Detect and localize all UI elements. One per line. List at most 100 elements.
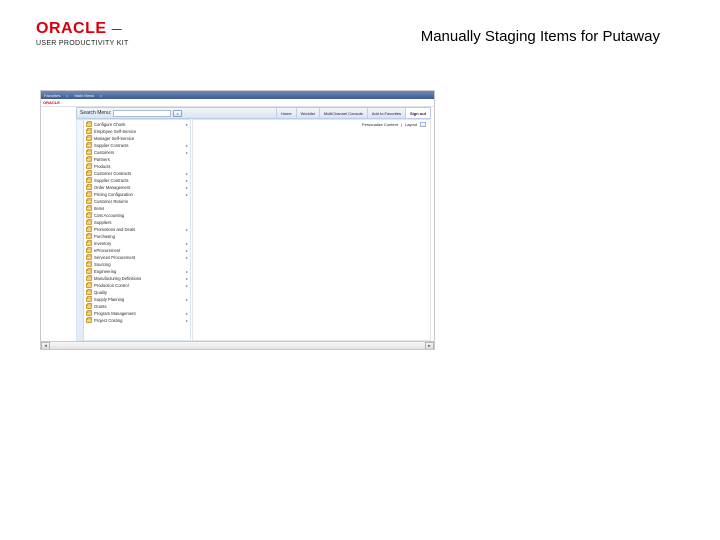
nav-item[interactable]: Items (85, 205, 190, 212)
chevron-right-icon: ▸ (186, 255, 188, 260)
chevron-right-icon: ▸ (186, 318, 188, 323)
folder-icon (86, 136, 92, 141)
nav-item-label: Cost Accounting (94, 213, 190, 218)
folder-icon (86, 171, 92, 176)
nav-item-label: Configure Chunk (94, 122, 184, 127)
folder-icon (86, 304, 92, 309)
nav-item-label: Order Management (94, 185, 184, 190)
horizontal-scrollbar[interactable]: ◂ ▸ (41, 341, 434, 349)
sub-header: ORACLE (41, 99, 434, 107)
folder-icon (86, 297, 92, 302)
tab-worklist[interactable]: Worklist (296, 108, 319, 118)
nav-item[interactable]: Program Management▸ (85, 310, 190, 317)
chevron-right-icon: ▸ (186, 122, 188, 127)
folder-icon (86, 213, 92, 218)
nav-item-label: Manufacturing Definitions (94, 276, 184, 281)
nav-item[interactable]: Order Management▸ (85, 184, 190, 191)
search-label: Search Menu: (80, 110, 111, 116)
nav-item[interactable]: Project Costing▸ (85, 317, 190, 324)
nav-item[interactable]: Products (85, 163, 190, 170)
nav-item[interactable]: Engineering▸ (85, 268, 190, 275)
folder-icon (86, 192, 92, 197)
page-title: Manually Staging Items for Putaway (421, 28, 660, 45)
chevron-right-icon: ▸ (66, 93, 68, 98)
breadcrumb-main-menu[interactable]: Main Menu (74, 93, 94, 98)
nav-item-label: Suppliers (94, 220, 190, 225)
folder-icon (86, 122, 92, 127)
nav-item[interactable]: Manager Self-Service (85, 135, 190, 142)
folder-icon (86, 269, 92, 274)
chevron-right-icon: ▸ (186, 185, 188, 190)
personalize-bar: Personalize Content | Layout (362, 122, 426, 127)
nav-item[interactable]: Pricing Configuration▸ (85, 191, 190, 198)
tab-add-favorites[interactable]: Add to Favorites (367, 108, 405, 118)
nav-item[interactable]: Sourcing (85, 261, 190, 268)
header-tabs: Home Worklist MultiChannel Console Add t… (276, 108, 430, 118)
nav-item-label: Engineering (94, 269, 184, 274)
chevron-right-icon: ▸ (186, 283, 188, 288)
nav-item[interactable]: Quality (85, 289, 190, 296)
nav-item[interactable]: Employee Self-Service (85, 128, 190, 135)
search-go-button[interactable]: ⌕ (173, 110, 182, 117)
nav-item[interactable]: Grants (85, 303, 190, 310)
nav-item-label: Employee Self-Service (94, 129, 190, 134)
folder-icon (86, 241, 92, 246)
nav-item-label: Items (94, 206, 190, 211)
chevron-right-icon: ▸ (186, 311, 188, 316)
nav-item-label: Program Management (94, 311, 184, 316)
personalize-content-link[interactable]: Personalize Content (362, 122, 398, 127)
search-go-icon: ⌕ (177, 111, 179, 116)
brand-block: ORACLE — USER PRODUCTIVITY KIT (36, 20, 129, 47)
folder-icon (86, 234, 92, 239)
nav-item[interactable]: Supply Planning▸ (85, 296, 190, 303)
nav-item-label: Services Procurement (94, 255, 184, 260)
nav-item[interactable]: Purchasing (85, 233, 190, 240)
brand-subtitle: USER PRODUCTIVITY KIT (36, 40, 129, 47)
nav-item-label: Supply Planning (94, 297, 184, 302)
tab-home[interactable]: Home (276, 108, 296, 118)
chevron-right-icon: ▸ (186, 227, 188, 232)
tab-sign-out[interactable]: Sign out (405, 108, 430, 118)
scroll-right-button[interactable]: ▸ (425, 342, 434, 350)
nav-item-label: Purchasing (94, 234, 190, 239)
nav-item[interactable]: Production Control▸ (85, 282, 190, 289)
nav-item[interactable]: Cost Accounting (85, 212, 190, 219)
nav-item-label: Customers (94, 150, 184, 155)
brand-name: ORACLE (36, 20, 107, 38)
nav-item[interactable]: eProcurement▸ (85, 247, 190, 254)
tab-multichannel[interactable]: MultiChannel Console (319, 108, 367, 118)
layout-link[interactable]: Layout (405, 122, 417, 127)
folder-icon (86, 311, 92, 316)
chevron-right-icon: ▸ (100, 93, 102, 98)
nav-item[interactable]: Services Procurement▸ (85, 254, 190, 261)
folder-icon (86, 199, 92, 204)
nav-item[interactable]: Manufacturing Definitions▸ (85, 275, 190, 282)
application-window: Favorites ▸ Main Menu ▸ ORACLE Search Me… (40, 90, 435, 350)
nav-item[interactable]: Inventory▸ (85, 240, 190, 247)
nav-item-label: Pricing Configuration (94, 192, 184, 197)
folder-icon (86, 220, 92, 225)
layout-icon[interactable] (420, 122, 426, 127)
nav-item[interactable]: Suppliers (85, 219, 190, 226)
nav-item[interactable]: Customers▸ (85, 149, 190, 156)
folder-icon (86, 227, 92, 232)
nav-item[interactable]: Customer Returns (85, 198, 190, 205)
nav-item-label: Customer Returns (94, 199, 190, 204)
scroll-left-button[interactable]: ◂ (41, 342, 50, 350)
breadcrumb-favorites[interactable]: Favorites (44, 93, 60, 98)
nav-item[interactable]: Configure Chunk▸ (85, 121, 190, 128)
nav-item[interactable]: Promotions and Deals▸ (85, 226, 190, 233)
nav-item[interactable]: Supplier Contracts▸ (85, 177, 190, 184)
nav-item[interactable]: Partners (85, 156, 190, 163)
chevron-right-icon: ▸ (186, 192, 188, 197)
folder-icon (86, 157, 92, 162)
chevron-right-icon: ▸ (186, 143, 188, 148)
nav-item[interactable]: Supplier Contracts▸ (85, 142, 190, 149)
nav-item-label: Manager Self-Service (94, 136, 190, 141)
nav-item-label: eProcurement (94, 248, 184, 253)
nav-item[interactable]: Customer Contracts▸ (85, 170, 190, 177)
chevron-right-icon: ▸ (186, 178, 188, 183)
chevron-right-icon: ▸ (186, 276, 188, 281)
search-input[interactable] (113, 110, 171, 117)
folder-icon (86, 164, 92, 169)
